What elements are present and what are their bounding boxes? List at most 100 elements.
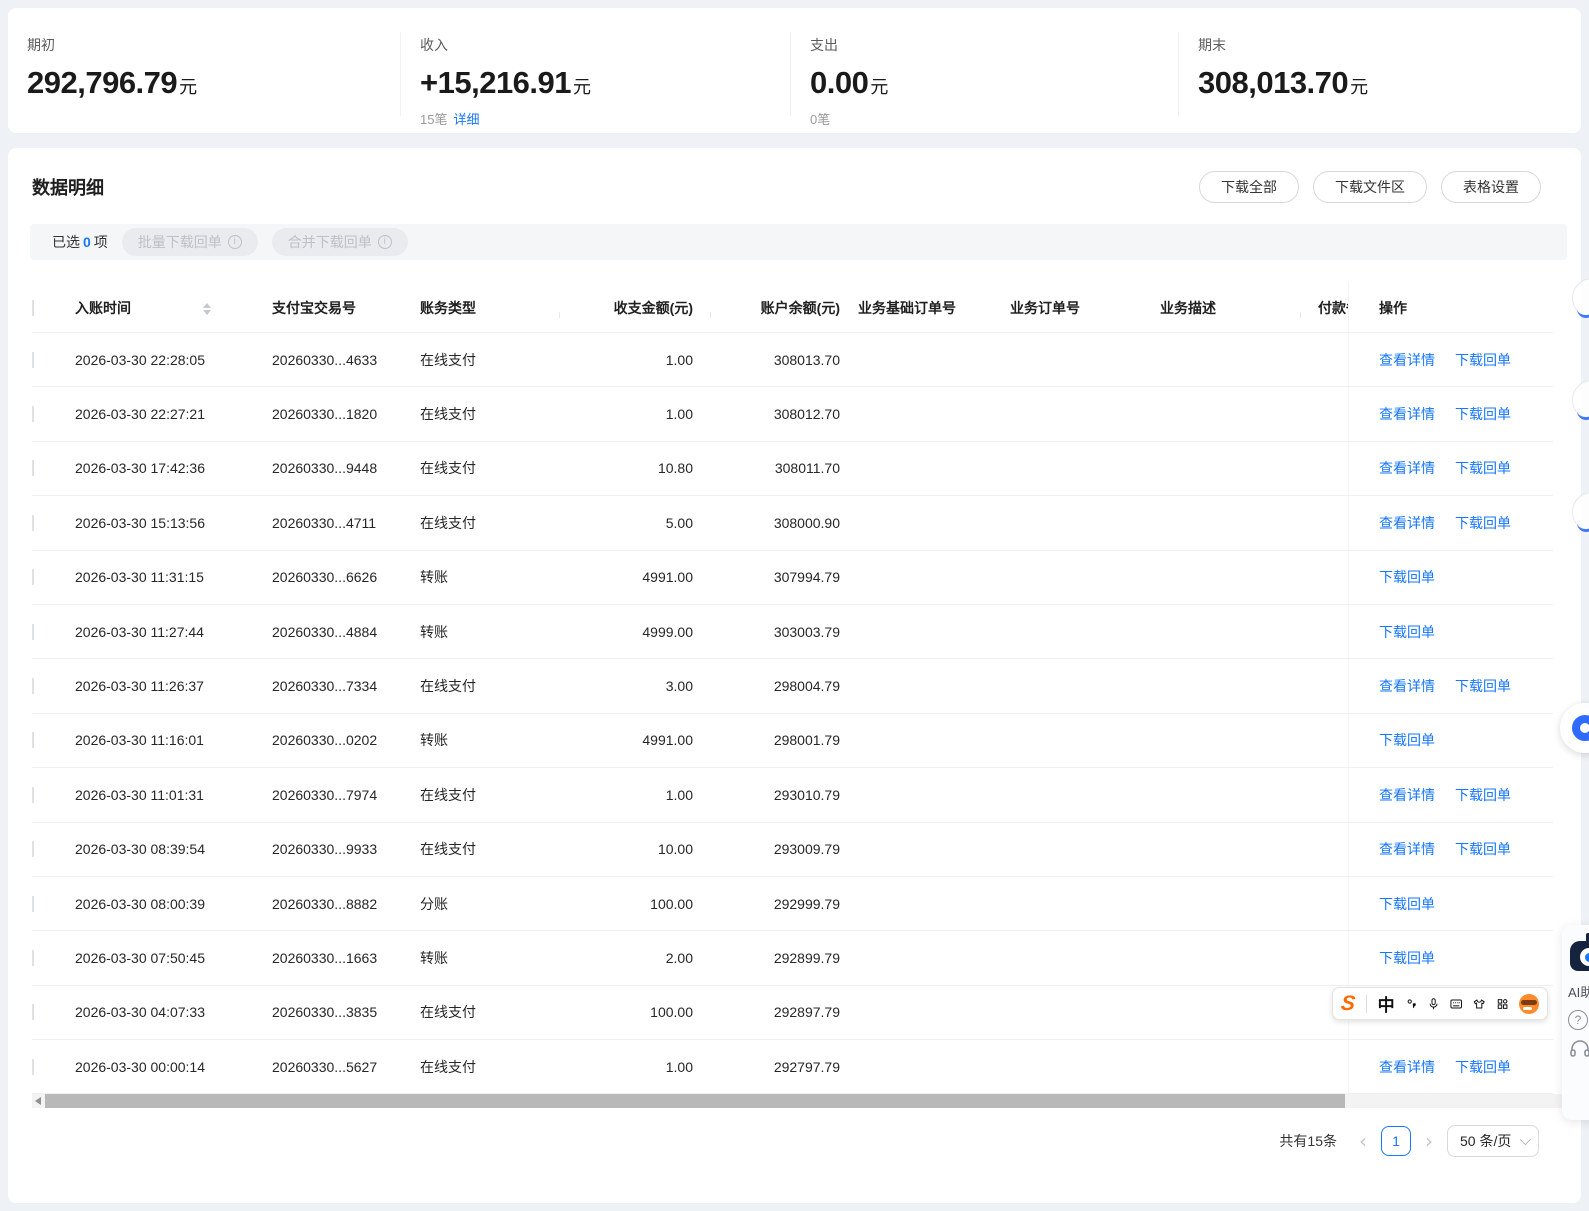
row-select-cell [32, 1004, 75, 1021]
cell-account-type: 转账 [420, 623, 448, 640]
row-checkbox[interactable] [32, 841, 34, 858]
column-header-base: 业务基础订单号 [848, 298, 1000, 318]
download-receipt-link[interactable]: 下载回单 [1455, 839, 1511, 859]
more-grid-icon[interactable] [1497, 995, 1508, 1013]
cell-transaction-id: 20260330...7334 [272, 678, 378, 695]
cell-transaction-id: 20260330...7974 [272, 786, 378, 803]
row-checkbox[interactable] [32, 460, 34, 477]
view-detail-link[interactable]: 查看详情 [1379, 785, 1435, 805]
column-header-order: 业务订单号 [1000, 298, 1150, 318]
headset-icon[interactable] [1569, 1039, 1589, 1059]
scroll-left-icon[interactable] [35, 1097, 41, 1105]
keyboard-icon[interactable] [1450, 995, 1462, 1013]
page-number-button[interactable]: 1 [1381, 1126, 1411, 1156]
skin-tshirt-icon[interactable] [1473, 995, 1486, 1013]
horizontal-scrollbar[interactable] [32, 1094, 1581, 1108]
column-header-label: 账务类型 [420, 299, 476, 316]
download-receipt-link[interactable]: 下载回单 [1379, 622, 1435, 642]
scrollbar-thumb[interactable] [45, 1094, 1345, 1108]
cell-account-type: 在线支付 [420, 1004, 476, 1021]
row-checkbox[interactable] [32, 732, 34, 749]
download-receipt-link[interactable]: 下载回单 [1455, 676, 1511, 696]
view-detail-link[interactable]: 查看详情 [1379, 458, 1435, 478]
table-row: 2026-03-30 11:01:31 20260330...7974 在线支付 1.… [32, 768, 1553, 823]
view-detail-link[interactable]: 查看详情 [1379, 676, 1435, 696]
table-row: 2026-03-30 17:42:36 20260330...9448 在线支付 10… [32, 441, 1553, 497]
billing-page: { "summary": { "opening": { "label": "期初… [0, 0, 1589, 1211]
row-checkbox[interactable] [32, 1004, 34, 1021]
select-all-checkbox[interactable] [32, 299, 34, 316]
sogou-logo-icon[interactable]: S [1340, 992, 1356, 1015]
download-receipt-link[interactable]: 下载回单 [1455, 513, 1511, 533]
row-select-cell [32, 460, 75, 477]
cell-amount: 1.00 [665, 406, 693, 423]
cell-actions: 查看详情下载回单 [1348, 822, 1553, 876]
row-select-cell [32, 841, 75, 858]
download-receipt-link[interactable]: 下载回单 [1455, 350, 1511, 370]
column-header-amount: 收支金额(元) [559, 298, 710, 318]
download-receipt-link[interactable]: 下载回单 [1379, 567, 1435, 587]
page-size-value: 50 条/页 [1460, 1133, 1512, 1149]
row-checkbox[interactable] [32, 786, 34, 803]
prev-page-button[interactable]: ‹ [1359, 1126, 1367, 1156]
help-icon[interactable]: ? [1568, 1010, 1588, 1030]
total-count: 共有15条 [1279, 1133, 1337, 1149]
row-checkbox[interactable] [32, 351, 34, 368]
view-detail-link[interactable]: 查看详情 [1379, 1057, 1435, 1077]
row-checkbox[interactable] [32, 514, 34, 531]
row-checkbox[interactable] [32, 1058, 34, 1075]
cell-transaction-id: 20260330...8882 [272, 895, 378, 912]
cell-actions: 查看详情下载回单 [1348, 333, 1553, 387]
income-detail-link[interactable]: 详细 [453, 112, 479, 127]
info-icon: i [377, 235, 392, 249]
column-header-label: 业务描述 [1160, 299, 1216, 316]
batch-download-button[interactable]: 批量下载回单 i [121, 228, 258, 256]
download-receipt-link[interactable]: 下载回单 [1379, 730, 1435, 750]
merge-download-button[interactable]: 合并下载回单 i [271, 228, 408, 256]
download-all-button[interactable]: 下载全部 [1199, 171, 1299, 203]
view-detail-link[interactable]: 查看详情 [1379, 350, 1435, 370]
view-detail-link[interactable]: 查看详情 [1379, 513, 1435, 533]
table-row: 2026-03-30 11:16:01 20260330...0202 转账 4991… [32, 713, 1553, 769]
cell-entry-time: 2026-03-30 08:00:39 [75, 895, 205, 912]
sort-icon[interactable] [203, 302, 211, 315]
download-receipt-link[interactable]: 下载回单 [1455, 458, 1511, 478]
column-header-payer: 付款备注 [1300, 298, 1348, 318]
download-receipt-link[interactable]: 下载回单 [1455, 404, 1511, 424]
page-title: 数据明细 [32, 178, 104, 198]
view-detail-link[interactable]: 查看详情 [1379, 404, 1435, 424]
row-checkbox[interactable] [32, 569, 34, 586]
ime-language-toggle[interactable]: 中 [1378, 991, 1395, 1016]
table-header-row: 入账时间 支付宝交易号 账务类型 收支金额(元) 账户余额(元) 业务基础订单号 业务订单号… [32, 283, 1553, 333]
view-detail-link[interactable]: 查看详情 [1379, 839, 1435, 859]
row-checkbox[interactable] [32, 623, 34, 640]
punctuation-icon[interactable] [1406, 994, 1417, 1014]
data-detail-card: 数据明细 下载全部 下载文件区 表格设置 已选 0 项 批量下载回单 i 合并下载回单… [8, 148, 1581, 1203]
stat-expense: 支出 0.00 元 0笔 [810, 35, 888, 128]
cell-actions: 查看详情下载回单 [1348, 441, 1553, 496]
next-page-button[interactable]: › [1425, 1126, 1433, 1156]
cell-balance: 292899.79 [773, 949, 840, 966]
table-settings-button[interactable]: 表格设置 [1441, 171, 1541, 203]
toolbar: 下载全部 下载文件区 表格设置 [1199, 171, 1541, 203]
page-size-select[interactable]: 50 条/页 [1447, 1125, 1539, 1157]
cell-amount: 1.00 [665, 351, 693, 368]
cell-entry-time: 2026-03-30 11:01:31 [75, 786, 204, 803]
column-header-type: 账务类型 [420, 298, 559, 318]
download-receipt-link[interactable]: 下载回单 [1379, 948, 1435, 968]
row-checkbox[interactable] [32, 949, 34, 966]
cell-amount: 1.00 [665, 1058, 693, 1075]
row-checkbox[interactable] [32, 406, 34, 423]
download-receipt-link[interactable]: 下载回单 [1455, 1057, 1511, 1077]
ime-emoji-face-icon[interactable] [1519, 993, 1539, 1014]
cell-actions: 查看详情下载回单 [1348, 1040, 1553, 1094]
download-receipt-link[interactable]: 下载回单 [1379, 894, 1435, 914]
row-checkbox[interactable] [32, 895, 34, 912]
download-receipt-link[interactable]: 下载回单 [1455, 785, 1511, 805]
download-files-button[interactable]: 下载文件区 [1313, 171, 1427, 203]
microphone-icon[interactable] [1428, 994, 1439, 1014]
stat-closing: 期末 308,013.70 元 [1198, 35, 1368, 101]
robot-avatar-icon[interactable] [1568, 933, 1589, 973]
row-checkbox[interactable] [32, 678, 34, 695]
stat-closing-label: 期末 [1198, 37, 1226, 53]
